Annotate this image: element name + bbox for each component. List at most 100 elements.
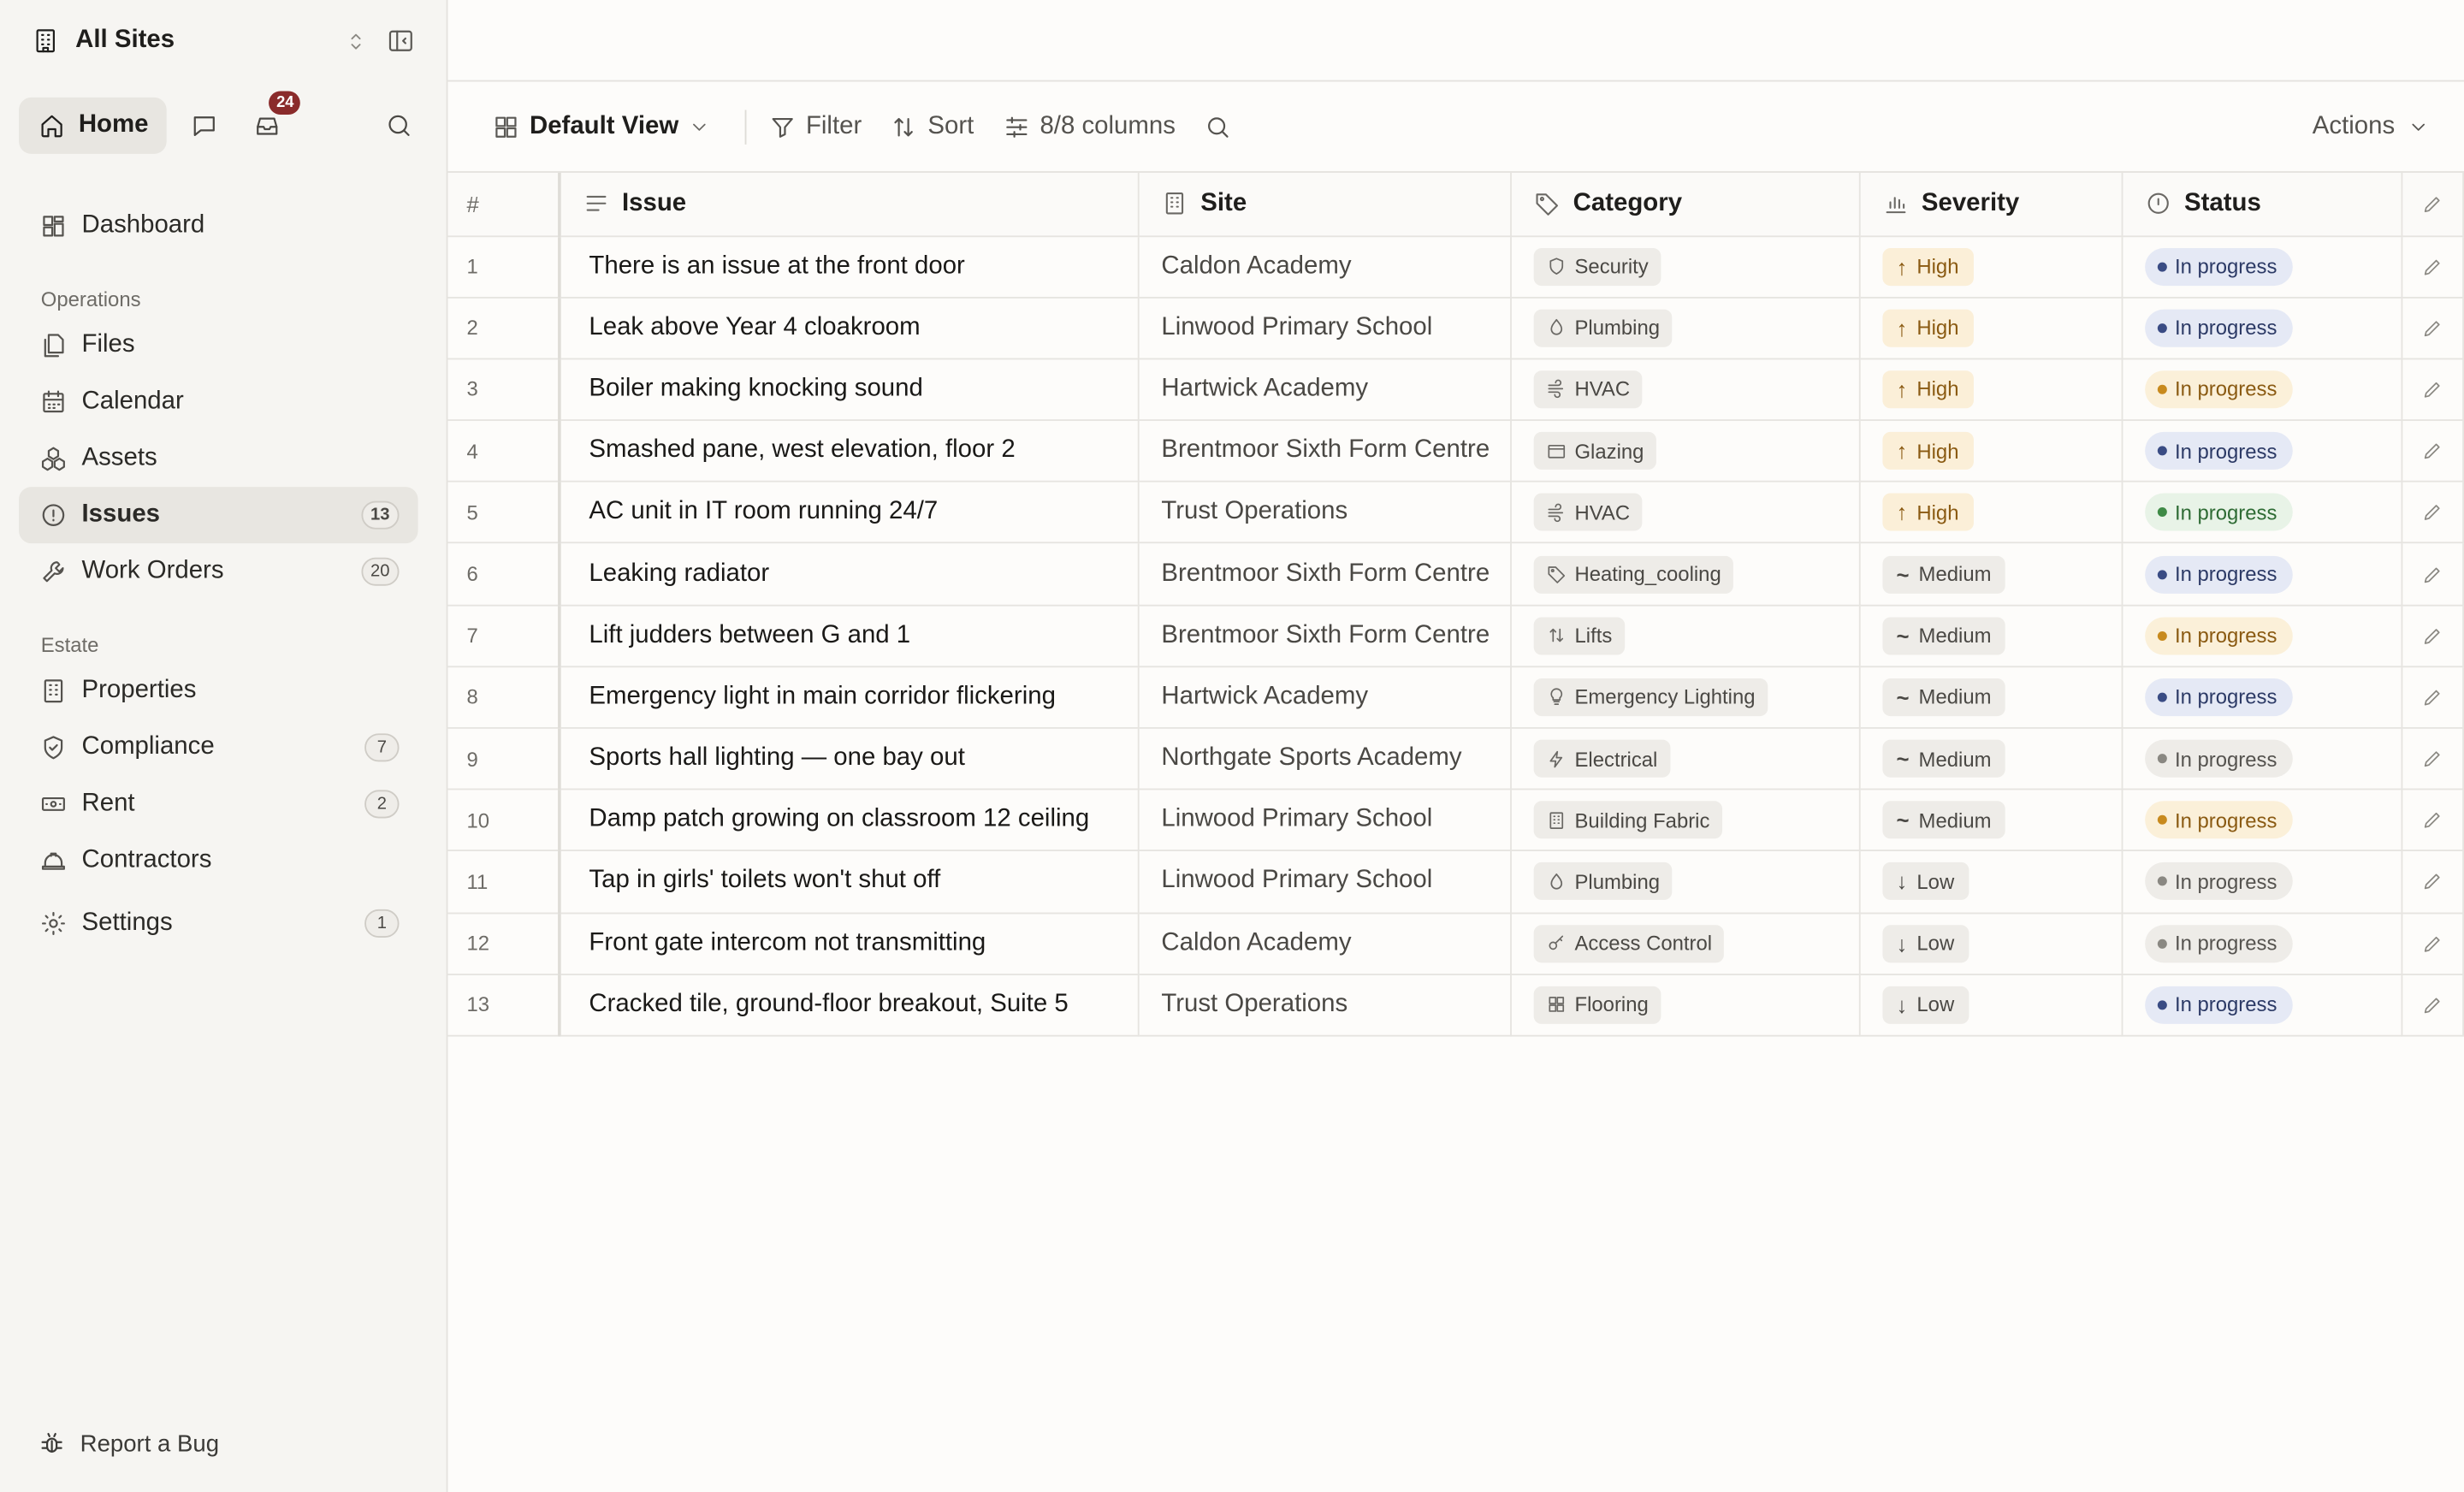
issue-title[interactable]: Emergency light in main corridor flicker… bbox=[559, 666, 1140, 729]
table-row[interactable]: 4 Smashed pane, west elevation, floor 2 Br… bbox=[447, 420, 2464, 483]
column-header-more[interactable] bbox=[2402, 172, 2464, 237]
table-row[interactable]: 1 There is an issue at the front door Cald… bbox=[447, 235, 2464, 299]
category-chip[interactable]: Electrical bbox=[1533, 739, 1671, 778]
issue-title[interactable]: Smashed pane, west elevation, floor 2 bbox=[559, 420, 1140, 483]
status-badge[interactable]: In progress bbox=[2145, 739, 2293, 778]
column-header-category[interactable]: Category bbox=[1511, 172, 1861, 237]
category-chip[interactable]: Building Fabric bbox=[1533, 801, 1723, 839]
report-bug-button[interactable]: Report a Bug bbox=[19, 1417, 238, 1470]
edit-cell[interactable] bbox=[2402, 727, 2464, 790]
category-chip[interactable]: Plumbing bbox=[1533, 309, 1673, 347]
severity-badge[interactable]: ~ Medium bbox=[1881, 555, 2006, 594]
messages-icon[interactable] bbox=[177, 98, 234, 154]
issue-title[interactable]: Front gate intercom not transmitting bbox=[559, 912, 1140, 975]
issue-title[interactable]: Cracked tile, ground-floor breakout, Sui… bbox=[559, 974, 1140, 1037]
status-badge[interactable]: In progress bbox=[2145, 432, 2293, 471]
edit-cell[interactable] bbox=[2402, 789, 2464, 852]
filter-button[interactable]: Filter bbox=[759, 101, 871, 151]
status-badge[interactable]: In progress bbox=[2145, 924, 2293, 962]
category-chip[interactable]: Security bbox=[1533, 247, 1661, 286]
table-row[interactable]: 13 Cracked tile, ground-floor breakout, S… bbox=[447, 974, 2464, 1037]
category-chip[interactable]: Flooring bbox=[1533, 986, 1661, 1024]
issue-title[interactable]: Lift judders between G and 1 bbox=[559, 605, 1140, 667]
table-row[interactable]: 7 Lift judders between G and 1 Brentmoor S… bbox=[447, 605, 2464, 667]
table-row[interactable]: 5 AC unit in IT room running 24/7 Trust Op… bbox=[447, 482, 2464, 544]
category-chip[interactable]: Access Control bbox=[1533, 924, 1725, 962]
severity-badge[interactable]: ~ Medium bbox=[1881, 801, 2006, 839]
column-header-site[interactable]: Site bbox=[1138, 172, 1513, 237]
status-badge[interactable]: In progress bbox=[2145, 247, 2293, 286]
severity-badge[interactable]: ~ Medium bbox=[1881, 678, 2006, 716]
issue-title[interactable]: Damp patch growing on classroom 12 ceili… bbox=[559, 789, 1140, 852]
severity-badge[interactable]: ~ Medium bbox=[1881, 616, 2006, 655]
issue-title[interactable]: AC unit in IT room running 24/7 bbox=[559, 482, 1140, 544]
status-badge[interactable]: In progress bbox=[2145, 678, 2293, 716]
sidebar-item-settings[interactable]: Settings 1 bbox=[19, 895, 418, 951]
category-chip[interactable]: HVAC bbox=[1533, 370, 1643, 409]
sidebar-item-issues[interactable]: Issues 13 bbox=[19, 487, 418, 544]
status-badge[interactable]: In progress bbox=[2145, 801, 2293, 839]
column-header-status[interactable]: Status bbox=[2122, 172, 2403, 237]
status-badge[interactable]: In progress bbox=[2145, 555, 2293, 594]
sidebar-item-rent[interactable]: Rent 2 bbox=[19, 776, 418, 832]
table-row[interactable]: 8 Emergency light in main corridor flicke… bbox=[447, 666, 2464, 729]
status-badge[interactable]: In progress bbox=[2145, 616, 2293, 655]
category-chip[interactable]: HVAC bbox=[1533, 494, 1643, 532]
table-row[interactable]: 10 Damp patch growing on classroom 12 cei… bbox=[447, 789, 2464, 852]
category-chip[interactable]: Emergency Lighting bbox=[1533, 678, 1768, 716]
status-badge[interactable]: In progress bbox=[2145, 494, 2293, 532]
edit-cell[interactable] bbox=[2402, 605, 2464, 667]
sort-button[interactable]: Sort bbox=[880, 101, 983, 151]
severity-badge[interactable]: ↑ High bbox=[1881, 309, 1974, 347]
severity-badge[interactable]: ↓ Low bbox=[1881, 924, 1969, 962]
issue-title[interactable]: Leak above Year 4 cloakroom bbox=[559, 297, 1140, 360]
edit-cell[interactable] bbox=[2402, 235, 2464, 299]
sidebar-item-files[interactable]: Files bbox=[19, 317, 418, 374]
edit-cell[interactable] bbox=[2402, 850, 2464, 914]
issue-title[interactable]: There is an issue at the front door bbox=[559, 235, 1140, 299]
status-badge[interactable]: In progress bbox=[2145, 309, 2293, 347]
table-row[interactable]: 3 Boiler making knocking sound Hartwick Ac… bbox=[447, 358, 2464, 422]
severity-badge[interactable]: ↓ Low bbox=[1881, 862, 1969, 901]
edit-cell[interactable] bbox=[2402, 974, 2464, 1037]
inbox-icon[interactable]: 24 bbox=[240, 91, 301, 154]
severity-badge[interactable]: ↑ High bbox=[1881, 370, 1974, 409]
status-badge[interactable]: In progress bbox=[2145, 862, 2293, 901]
category-chip[interactable]: Lifts bbox=[1533, 616, 1625, 655]
column-header-issue[interactable]: Issue bbox=[559, 172, 1140, 237]
columns-button[interactable]: 8/8 columns bbox=[992, 101, 1185, 151]
table-row[interactable]: 12 Front gate intercom not transmitting Ca… bbox=[447, 912, 2464, 975]
severity-badge[interactable]: ↓ Low bbox=[1881, 986, 1969, 1024]
sidebar-item-compliance[interactable]: Compliance 7 bbox=[19, 719, 418, 776]
view-selector[interactable]: Default View bbox=[483, 101, 720, 151]
edit-cell[interactable] bbox=[2402, 358, 2464, 422]
table-row[interactable]: 6 Leaking radiator Brentmoor Sixth Form Ce… bbox=[447, 543, 2464, 606]
category-chip[interactable]: Glazing bbox=[1533, 432, 1657, 471]
edit-cell[interactable] bbox=[2402, 912, 2464, 975]
severity-badge[interactable]: ~ Medium bbox=[1881, 739, 2006, 778]
actions-button[interactable]: Actions bbox=[2313, 112, 2442, 140]
edit-cell[interactable] bbox=[2402, 543, 2464, 606]
category-chip[interactable]: Plumbing bbox=[1533, 862, 1673, 901]
category-chip[interactable]: Heating_cooling bbox=[1533, 555, 1734, 594]
sidebar-item-assets[interactable]: Assets bbox=[19, 430, 418, 487]
sidebar-item-properties[interactable]: Properties bbox=[19, 663, 418, 719]
severity-badge[interactable]: ↑ High bbox=[1881, 432, 1974, 471]
table-search-icon[interactable] bbox=[1194, 101, 1241, 151]
home-button[interactable]: Home bbox=[19, 97, 168, 154]
column-header-severity[interactable]: Severity bbox=[1859, 172, 2123, 237]
status-badge[interactable]: In progress bbox=[2145, 370, 2293, 409]
status-badge[interactable]: In progress bbox=[2145, 986, 2293, 1024]
sidebar-item-calendar[interactable]: Calendar bbox=[19, 374, 418, 430]
sidebar-item-work-orders[interactable]: Work Orders 20 bbox=[19, 543, 418, 600]
issue-title[interactable]: Tap in girls' toilets won't shut off bbox=[559, 850, 1140, 914]
severity-badge[interactable]: ↑ High bbox=[1881, 247, 1974, 286]
issue-title[interactable]: Leaking radiator bbox=[559, 543, 1140, 606]
edit-cell[interactable] bbox=[2402, 297, 2464, 360]
edit-cell[interactable] bbox=[2402, 666, 2464, 729]
sidebar-item-dashboard[interactable]: Dashboard bbox=[19, 198, 418, 254]
table-row[interactable]: 9 Sports hall lighting — one bay out North… bbox=[447, 727, 2464, 790]
edit-cell[interactable] bbox=[2402, 482, 2464, 544]
sidebar-item-contractors[interactable]: Contractors bbox=[19, 832, 418, 889]
severity-badge[interactable]: ↑ High bbox=[1881, 494, 1974, 532]
